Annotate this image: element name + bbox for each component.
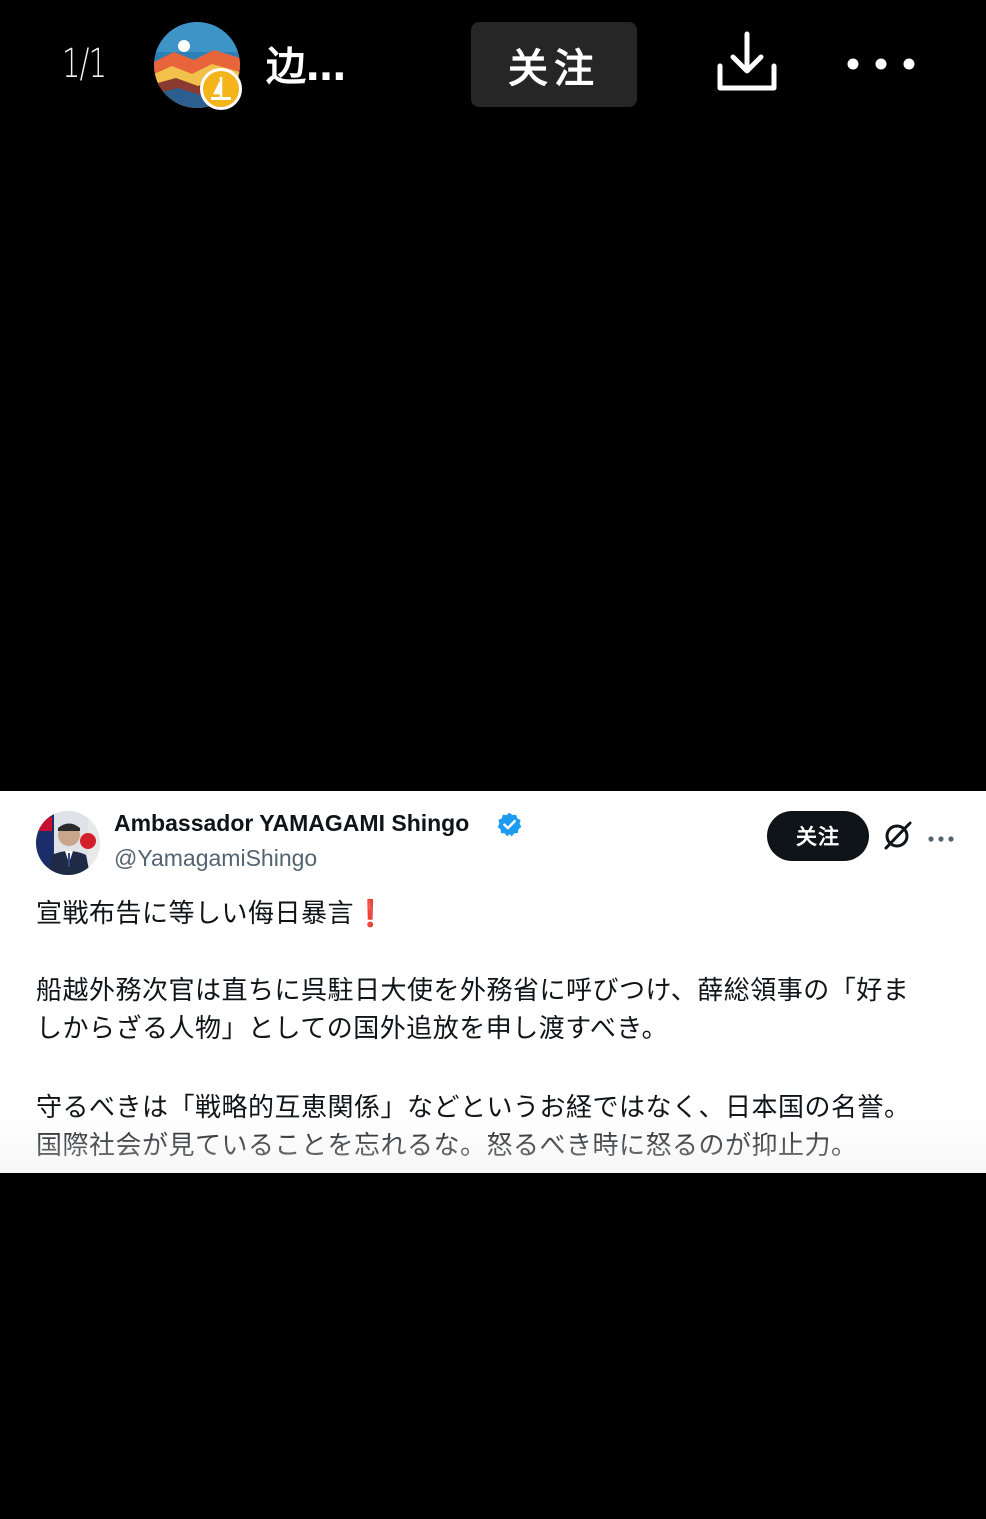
viewer-top-bar: 1/1 边… 关注	[0, 0, 986, 130]
tweet-paragraph-3-line-2: 国際社会が見ていることを忘れるな。怒るべき時に怒るのが抑止力。	[36, 1131, 858, 1161]
download-icon[interactable]	[716, 30, 778, 92]
tweet-paragraph-1-text: 宣戦布告に等しい侮日暴言	[36, 899, 355, 929]
tweet-paragraph-2-line-1: 船越外務次官は直ちに呉駐日大使を外務省に呼びつけ、薛総領事の「好ま	[36, 976, 910, 1006]
follow-button[interactable]: 关注	[471, 22, 637, 107]
tweet-follow-button[interactable]: 关注	[767, 811, 869, 861]
level-badge-icon	[200, 68, 242, 110]
user-avatar[interactable]	[154, 22, 242, 110]
tweet-more-icon[interactable]	[928, 829, 954, 842]
tweet-paragraph-3-line-1: 守るべきは「戦略的互恵関係」などというお経ではなく、日本国の名誉。	[36, 1093, 911, 1123]
tweet-paragraph-1: 宣戦布告に等しい侮日暴言❗	[36, 895, 387, 933]
tweet-author-handle[interactable]: @YamagamiShingo	[114, 843, 317, 873]
exclamation-emoji-icon: ❗	[354, 899, 387, 929]
tweet-author-name[interactable]: Ambassador YAMAGAMI Shingo	[114, 808, 469, 838]
tweet-card: Ambassador YAMAGAMI Shingo @YamagamiShin…	[0, 791, 986, 1173]
grok-icon[interactable]	[882, 819, 914, 851]
username[interactable]: 边…	[266, 40, 346, 94]
more-options-icon[interactable]	[844, 52, 918, 76]
tweet-paragraph-2-line-2: しからざる人物」としての国外追放を申し渡すべき。	[36, 1014, 669, 1044]
verified-badge-icon	[496, 811, 523, 838]
tweet-author-avatar[interactable]	[36, 811, 100, 875]
image-counter: 1/1	[62, 41, 107, 87]
